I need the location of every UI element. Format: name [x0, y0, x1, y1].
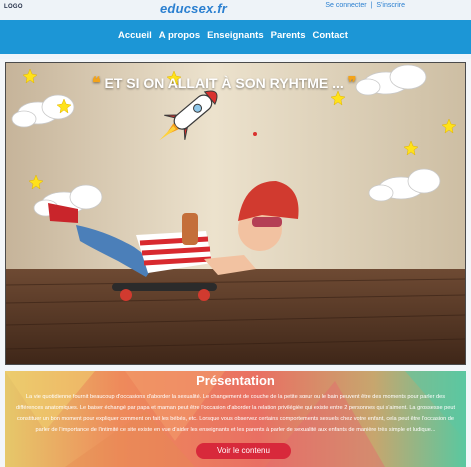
- view-content-button[interactable]: Voir le contenu: [196, 443, 291, 459]
- auth-separator: |: [370, 2, 373, 9]
- presentation-text: La vie quotidienne fournit beaucoup d'oc…: [15, 394, 456, 433]
- auth-links: Se connecter | S'inscrire: [325, 2, 405, 9]
- top-bar: LOGO educsex.fr Se connecter | S'inscrir…: [0, 0, 471, 20]
- presentation-title: Présentation: [196, 373, 275, 388]
- nav-accueil[interactable]: Accueil: [118, 30, 152, 41]
- hero-banner: ❝ ET SI ON ALLAIT À SON RYHTME ... ❞: [5, 62, 466, 365]
- nav-parents[interactable]: Parents: [271, 30, 306, 41]
- quote-open-icon: ❝: [92, 75, 101, 92]
- logo[interactable]: LOGO: [4, 4, 23, 10]
- wall-background: [6, 63, 465, 275]
- brand-logo[interactable]: educsex.fr: [160, 1, 227, 16]
- hero-image: [6, 63, 465, 364]
- page: LOGO educsex.fr Se connecter | S'inscrir…: [0, 0, 471, 467]
- navbar-divider: [0, 54, 471, 59]
- nav-contact[interactable]: Contact: [313, 30, 348, 41]
- presentation-section: Présentation La vie quotidienne fournit …: [5, 371, 466, 467]
- quote-close-icon: ❞: [347, 75, 357, 92]
- hero-title-text: ET SI ON ALLAIT À SON RYHTME ...: [104, 75, 344, 91]
- signup-link[interactable]: S'inscrire: [376, 2, 405, 9]
- login-link[interactable]: Se connecter: [325, 2, 366, 9]
- red-dot: [253, 132, 257, 136]
- nav-a-propos[interactable]: A propos: [159, 30, 200, 41]
- navbar: Accueil A propos Enseignants Parents Con…: [0, 20, 471, 54]
- main-nav: Accueil A propos Enseignants Parents Con…: [118, 30, 348, 41]
- nav-enseignants[interactable]: Enseignants: [207, 30, 264, 41]
- hero-title: ❝ ET SI ON ALLAIT À SON RYHTME ... ❞: [92, 73, 356, 93]
